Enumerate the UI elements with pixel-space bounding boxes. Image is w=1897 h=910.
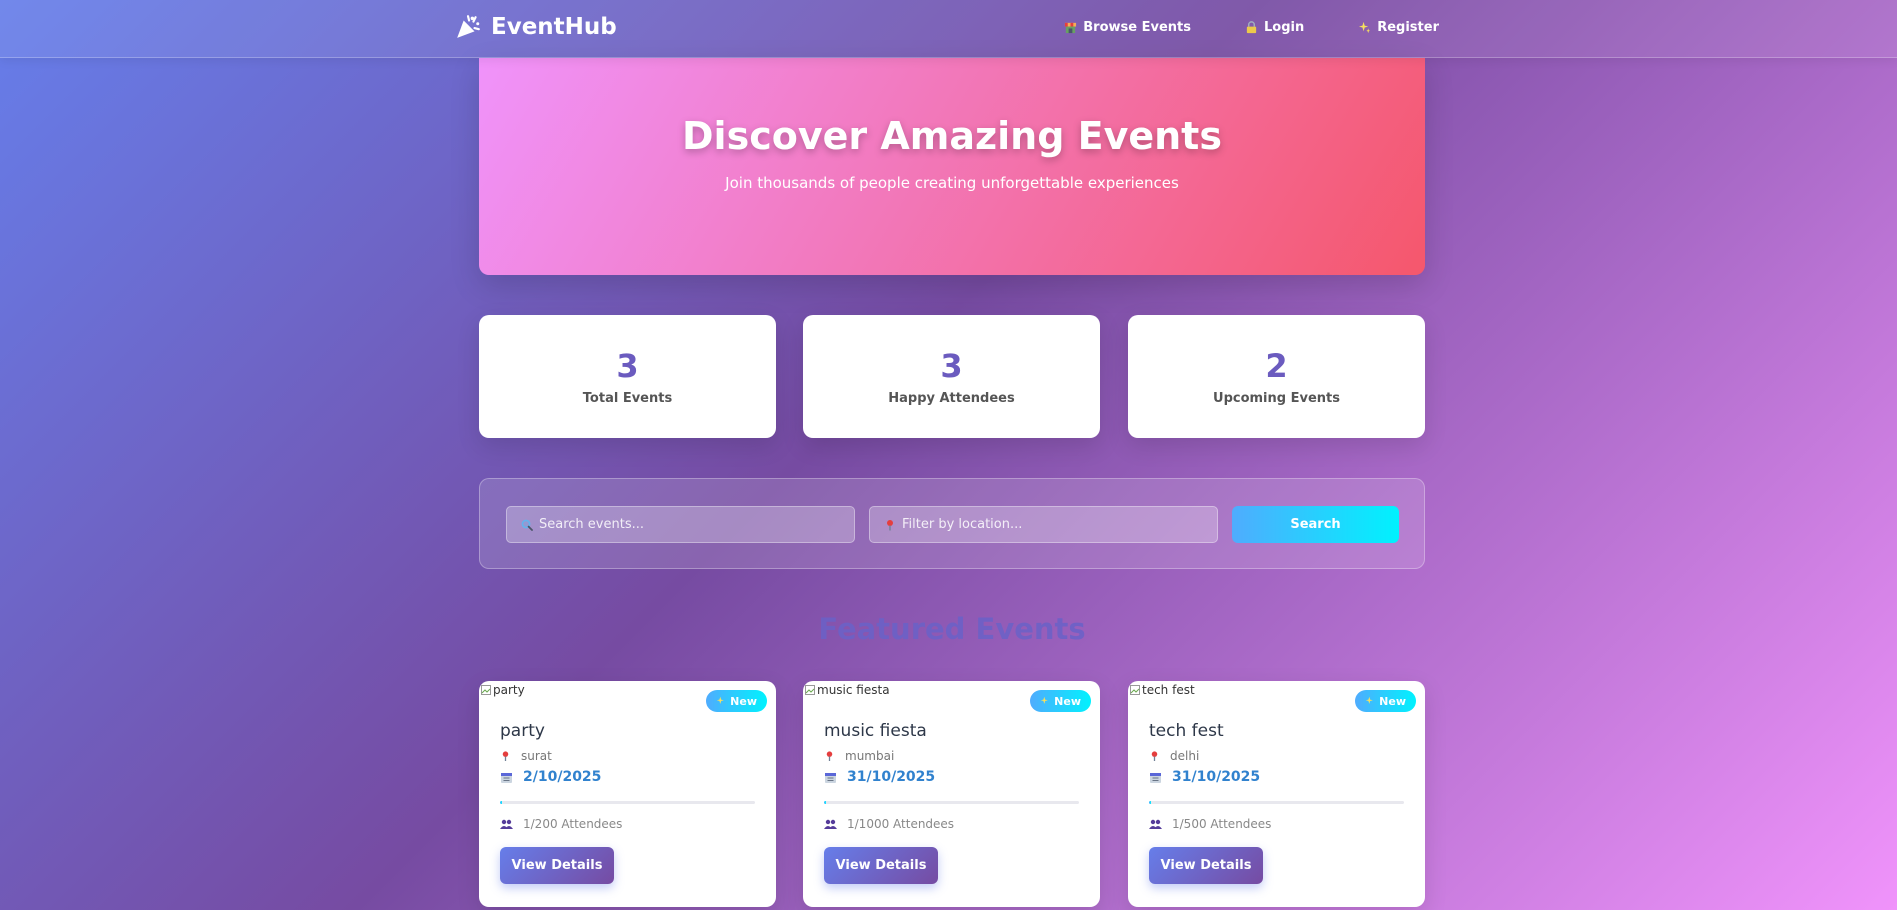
event-image: tech fest	[1130, 683, 1195, 697]
broken-image-icon	[1130, 685, 1140, 695]
nav-login-label: Login	[1263, 20, 1305, 35]
attendance-progress	[1149, 801, 1404, 804]
hero-title: Discover Amazing Events	[682, 114, 1222, 158]
sparkles-icon	[1040, 696, 1049, 704]
event-title: party	[500, 721, 545, 741]
event-location: mumbai	[824, 749, 894, 763]
event-image-alt: tech fest	[1142, 683, 1195, 697]
broken-image-icon	[481, 685, 491, 695]
lock-icon	[1246, 21, 1257, 34]
event-title: music fiesta	[824, 721, 927, 741]
event-card[interactable]: party New party surat 2/10/2025 1/200 At…	[479, 681, 776, 907]
search-icon	[521, 519, 533, 531]
event-date-text: 31/10/2025	[1172, 769, 1261, 785]
nav-register-label: Register	[1377, 20, 1439, 35]
search-input[interactable]	[539, 517, 819, 532]
location-input[interactable]	[902, 517, 1182, 532]
nav-browse-events[interactable]: Browse Events	[1064, 20, 1191, 35]
stat-value: 3	[616, 347, 639, 385]
sparkles-icon	[716, 696, 725, 704]
search-button[interactable]: Search	[1232, 506, 1399, 543]
stat-value: 3	[940, 347, 963, 385]
attendance-progress	[824, 801, 1079, 804]
new-badge: New	[1355, 690, 1416, 712]
nav-register[interactable]: Register	[1358, 20, 1439, 35]
event-date: 31/10/2025	[1149, 769, 1260, 785]
stat-card-total-events: 3 Total Events	[479, 315, 776, 438]
calendar-icon	[1150, 772, 1161, 783]
attendance-progress	[500, 801, 755, 804]
event-location: delhi	[1149, 749, 1199, 763]
event-image-alt: party	[493, 683, 525, 697]
pin-icon	[502, 751, 509, 762]
stat-card-upcoming-events: 2 Upcoming Events	[1128, 315, 1425, 438]
event-location-text: mumbai	[845, 749, 895, 763]
hero-subtitle: Join thousands of people creating unforg…	[725, 174, 1179, 192]
calendar-icon	[501, 772, 512, 783]
new-badge: New	[1030, 690, 1091, 712]
event-image: music fiesta	[805, 683, 890, 697]
sparkles-icon	[1359, 21, 1371, 34]
event-attendees-text: 1/500 Attendees	[1172, 817, 1272, 831]
new-badge-label: New	[1379, 694, 1406, 708]
broken-image-icon	[805, 685, 815, 695]
event-card[interactable]: tech fest New tech fest delhi 31/10/2025…	[1128, 681, 1425, 907]
event-location-text: delhi	[1170, 749, 1200, 763]
event-attendees: 1/200 Attendees	[500, 817, 622, 831]
hero-banner: Discover Amazing Events Join thousands o…	[479, 58, 1425, 275]
sparkles-icon	[1365, 696, 1374, 704]
attendance-progress-fill	[1149, 801, 1151, 804]
stat-label: Happy Attendees	[888, 391, 1015, 406]
attendance-progress-fill	[500, 801, 502, 804]
stat-label: Total Events	[582, 391, 673, 406]
brand-name: EventHub	[491, 14, 617, 40]
party-popper-icon	[457, 15, 480, 38]
view-details-button[interactable]: View Details	[1149, 847, 1263, 884]
attendance-progress-fill	[824, 801, 826, 804]
new-badge-label: New	[1054, 694, 1081, 708]
view-details-button[interactable]: View Details	[824, 847, 938, 884]
pin-icon	[887, 519, 893, 530]
nav-browse-label: Browse Events	[1083, 20, 1191, 35]
event-title: tech fest	[1149, 721, 1224, 741]
event-image: party	[481, 683, 525, 697]
event-image-alt: music fiesta	[817, 683, 890, 697]
stat-value: 2	[1265, 347, 1288, 385]
nav-login[interactable]: Login	[1245, 20, 1304, 35]
featured-title: Featured Events	[818, 612, 1086, 646]
location-field[interactable]	[869, 506, 1218, 543]
event-attendees: 1/1000 Attendees	[824, 817, 954, 831]
event-attendees-text: 1/200 Attendees	[523, 817, 623, 831]
event-location-text: surat	[521, 749, 552, 763]
navbar: EventHub Browse Events Login Register	[0, 0, 1897, 58]
event-card[interactable]: music fiesta New music fiesta mumbai 31/…	[803, 681, 1100, 907]
pin-icon	[826, 751, 833, 762]
event-date-text: 2/10/2025	[523, 769, 602, 785]
stat-card-happy-attendees: 3 Happy Attendees	[803, 315, 1100, 438]
event-date: 31/10/2025	[824, 769, 935, 785]
event-location: surat	[500, 749, 552, 763]
search-panel: Search	[479, 478, 1425, 569]
people-icon	[1149, 819, 1162, 829]
pin-icon	[1151, 751, 1158, 762]
calendar-icon	[825, 772, 836, 783]
event-date: 2/10/2025	[500, 769, 601, 785]
new-badge: New	[706, 690, 767, 712]
stat-label: Upcoming Events	[1213, 391, 1340, 406]
people-icon	[500, 819, 513, 829]
event-attendees: 1/500 Attendees	[1149, 817, 1271, 831]
people-icon	[824, 819, 837, 829]
search-field[interactable]	[506, 506, 855, 543]
view-details-button[interactable]: View Details	[500, 847, 614, 884]
brand-logo[interactable]: EventHub	[455, 14, 617, 40]
new-badge-label: New	[730, 694, 757, 708]
nav-links: Browse Events Login Register	[1064, 20, 1439, 35]
event-attendees-text: 1/1000 Attendees	[847, 817, 955, 831]
store-icon	[1065, 22, 1077, 34]
event-date-text: 31/10/2025	[847, 769, 936, 785]
